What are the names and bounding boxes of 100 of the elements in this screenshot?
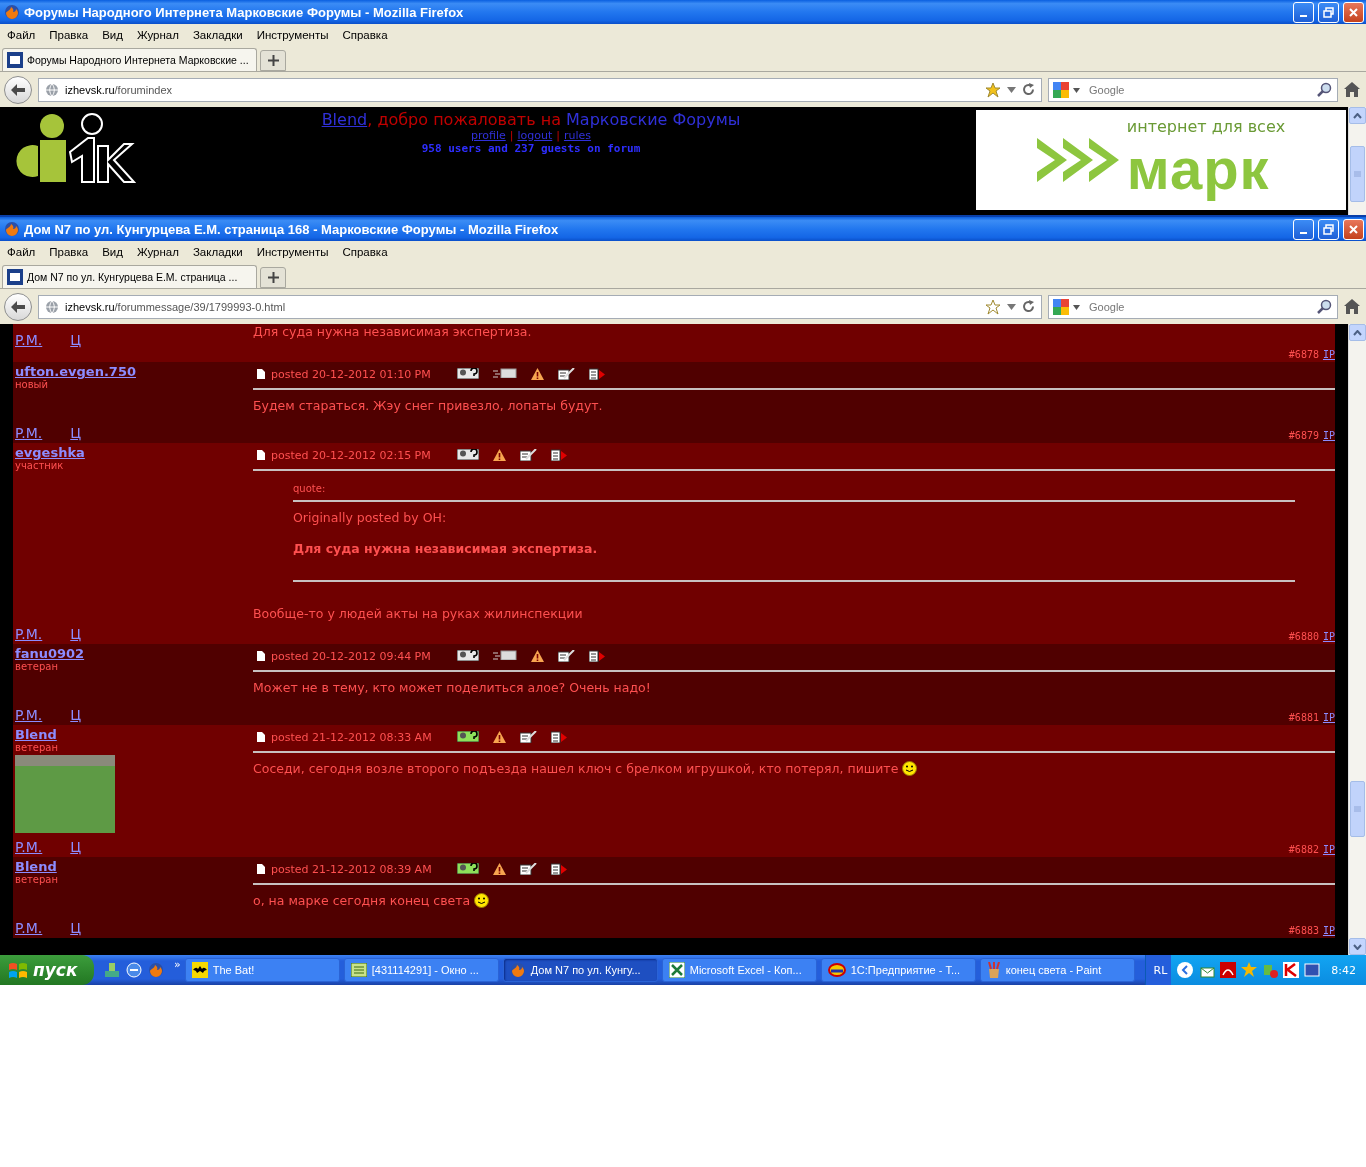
warning-icon[interactable] [493, 449, 506, 461]
taskbar-button[interactable]: [431114291] - Окно ... [343, 958, 499, 982]
reload-icon[interactable] [1022, 83, 1035, 96]
menu-item[interactable]: Правка [49, 29, 89, 41]
caret-icon[interactable] [1007, 86, 1016, 93]
username-link[interactable]: Blend [15, 727, 57, 742]
minimize-button[interactable] [1293, 218, 1314, 240]
search-field[interactable]: Google [1048, 77, 1338, 102]
overflow-chevron[interactable]: » [174, 958, 181, 971]
menu-item[interactable]: Справка [342, 246, 388, 258]
star-icon[interactable] [985, 298, 1001, 315]
document-arrow-icon[interactable] [551, 863, 567, 875]
username-link[interactable]: fanu0902 [15, 646, 85, 661]
home-icon[interactable] [1344, 299, 1360, 314]
private-message-link[interactable]: P.M. [15, 425, 43, 441]
menu-item[interactable]: Вид [102, 246, 123, 258]
ip-link[interactable]: IP [1322, 844, 1335, 855]
warning-icon[interactable] [493, 731, 506, 743]
close-button[interactable] [1343, 218, 1364, 240]
menu-item[interactable]: Файл [7, 246, 36, 258]
menu-item[interactable]: Закладки [192, 29, 243, 41]
search-engine-icon[interactable] [1053, 298, 1069, 315]
document-arrow-icon[interactable] [551, 449, 567, 461]
search-engine-icon[interactable] [1053, 81, 1069, 98]
home-icon[interactable] [1344, 82, 1360, 97]
private-message-link[interactable]: P.M. [15, 332, 43, 348]
language-indicator[interactable]: RL [1145, 955, 1172, 985]
post-link[interactable]: Ц [70, 839, 82, 855]
warning-icon[interactable] [531, 650, 544, 662]
user-card-icon[interactable] [457, 731, 479, 742]
pencil-note-icon[interactable] [520, 731, 537, 743]
user-card-icon[interactable] [457, 368, 479, 379]
browser-tab[interactable]: Дом N7 по ул. Кунгурцева Е.М. страница ... [2, 265, 257, 288]
username-link[interactable]: Blend [15, 859, 57, 874]
taskbar-button[interactable]: конец света - Paint [979, 958, 1135, 982]
pencil-note-icon[interactable] [520, 449, 537, 461]
ip-link[interactable]: IP [1322, 631, 1335, 642]
chevron-left-icon[interactable] [1176, 961, 1195, 979]
search-icon[interactable] [1317, 298, 1332, 314]
document-arrow-icon[interactable] [589, 650, 605, 662]
menu-item[interactable]: Журнал [136, 246, 179, 258]
post-link[interactable]: Ц [70, 332, 82, 348]
reload-icon[interactable] [1022, 300, 1035, 313]
post-link[interactable]: Ц [70, 707, 82, 723]
new-tab-button[interactable] [260, 267, 286, 288]
browser-tab[interactable]: Форумы Народного Интернета Марковские ... [2, 48, 257, 71]
restore-button[interactable] [1318, 218, 1339, 240]
menu-item[interactable]: Файл [7, 29, 36, 41]
menu-item[interactable]: Инструменты [256, 29, 329, 41]
warning-icon[interactable] [493, 863, 506, 875]
private-message-link[interactable]: P.M. [15, 626, 43, 642]
monitor-icon[interactable] [1304, 962, 1321, 978]
pencil-note-icon[interactable] [520, 863, 537, 875]
address-field[interactable]: izhevsk.ru/forummessage/39/1799993-0.html [38, 294, 1042, 319]
post-link[interactable]: Ц [70, 920, 82, 936]
caret-icon[interactable] [1007, 303, 1016, 310]
post-link[interactable]: Ц [70, 425, 82, 441]
post-link[interactable]: Ц [70, 626, 82, 642]
star-icon[interactable] [1241, 962, 1258, 978]
document-arrow-icon[interactable] [589, 368, 605, 380]
taskbar-button[interactable]: The Bat! [184, 958, 340, 982]
search-field[interactable]: Google [1048, 294, 1338, 319]
menu-item[interactable]: Правка [49, 246, 89, 258]
menu-item[interactable]: Закладки [192, 246, 243, 258]
menu-item[interactable]: Вид [102, 29, 123, 41]
menu-item[interactable]: Справка [342, 29, 388, 41]
close-button[interactable] [1343, 1, 1364, 23]
private-message-link[interactable]: P.M. [15, 707, 43, 723]
search-icon[interactable] [1317, 81, 1332, 97]
username-link[interactable]: evgeshka [15, 445, 85, 460]
user-card-icon[interactable] [457, 650, 479, 661]
pencil-note-icon[interactable] [558, 650, 575, 662]
ip-link[interactable]: IP [1322, 925, 1335, 936]
caret-icon[interactable] [1073, 87, 1080, 93]
taskbar-button[interactable]: Дом N7 по ул. Кунгу... [502, 958, 658, 982]
warning-icon[interactable] [531, 368, 544, 380]
new-tab-button[interactable] [260, 50, 286, 71]
user-card-icon[interactable] [457, 449, 479, 460]
scrollbar[interactable] [1348, 107, 1366, 215]
ip-link[interactable]: IP [1322, 349, 1335, 360]
private-message-link[interactable]: P.M. [15, 839, 43, 855]
restore-button[interactable] [1318, 1, 1339, 23]
minimize-button[interactable] [1293, 1, 1314, 23]
menu-item[interactable]: Инструменты [256, 246, 329, 258]
scrollbar[interactable] [1348, 324, 1366, 955]
back-button[interactable] [4, 75, 32, 104]
private-message-link[interactable]: P.M. [15, 920, 43, 936]
address-field[interactable]: izhevsk.ru/forumindex [38, 77, 1042, 102]
document-arrow-icon[interactable] [551, 731, 567, 743]
envelope-icon[interactable] [493, 368, 517, 378]
username-link[interactable]: ufton.evgen.750 [15, 364, 136, 379]
user-card-icon[interactable] [457, 863, 479, 874]
ad-banner[interactable]: интернет для всех марк [976, 110, 1346, 210]
pencil-note-icon[interactable] [558, 368, 575, 380]
taskbar-button[interactable]: 1С:Предприятие - Т... [820, 958, 976, 982]
taskbar-button[interactable]: Microsoft Excel - Коп... [661, 958, 817, 982]
ip-link[interactable]: IP [1322, 712, 1335, 723]
ip-link[interactable]: IP [1322, 430, 1335, 441]
menu-item[interactable]: Журнал [136, 29, 179, 41]
envelope-icon[interactable] [493, 650, 517, 660]
